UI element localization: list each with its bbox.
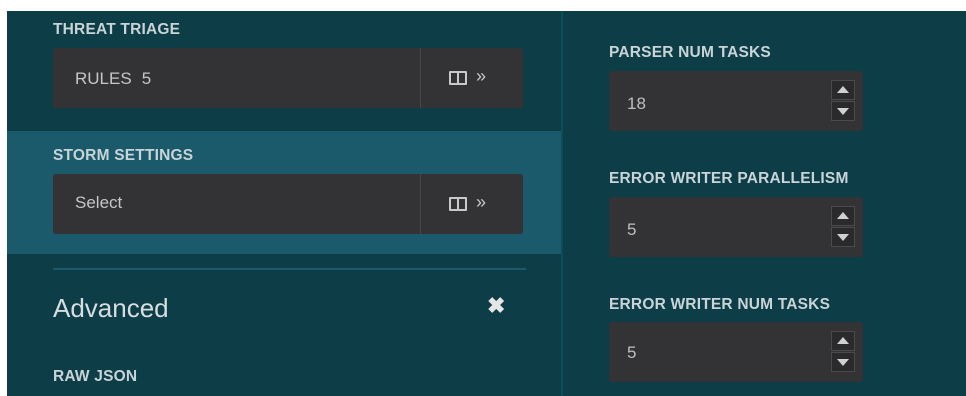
decrement-button[interactable] — [831, 101, 855, 121]
storm-settings-expand-button[interactable]: » — [421, 174, 523, 234]
error-writer-num-tasks-label: ERROR WRITER NUM TASKS — [609, 296, 831, 313]
rules-summary: RULES 5 — [75, 69, 151, 89]
increment-button[interactable] — [831, 80, 855, 100]
threat-triage-expand-button[interactable]: » — [421, 48, 523, 108]
error-writer-parallelism-input[interactable]: 5 — [609, 197, 863, 257]
spinner-buttons — [831, 80, 855, 122]
spinner-buttons — [831, 331, 855, 373]
chevrons-right-icon: » — [476, 66, 487, 86]
right-panel: PARSER NUM TASKS 18 ERROR WRITER PARALLE… — [563, 11, 966, 396]
error-writer-num-tasks-input[interactable]: 5 — [609, 322, 863, 382]
caret-down-icon — [837, 359, 849, 366]
columns-icon — [449, 71, 467, 85]
decrement-button[interactable] — [831, 227, 855, 247]
error-writer-num-tasks-value[interactable]: 5 — [627, 343, 636, 363]
error-writer-parallelism-label: ERROR WRITER PARALLELISM — [609, 170, 849, 187]
storm-settings-placeholder: Select — [75, 193, 123, 212]
threat-triage-label: THREAT TRIAGE — [53, 21, 181, 38]
caret-down-icon — [837, 108, 849, 115]
increment-button[interactable] — [831, 331, 855, 351]
increment-button[interactable] — [831, 206, 855, 226]
chevrons-right-icon: » — [476, 192, 487, 212]
caret-up-icon — [837, 212, 849, 219]
rules-label: RULES — [75, 69, 132, 88]
spinner-buttons — [831, 206, 855, 248]
rules-count: 5 — [141, 69, 152, 88]
parser-num-tasks-label: PARSER NUM TASKS — [609, 44, 771, 61]
left-panel: THREAT TRIAGE RULES 5 » STORM SETTINGS Se… — [7, 11, 561, 396]
threat-triage-rules-box[interactable]: RULES 5 » — [53, 48, 523, 108]
parser-num-tasks-input[interactable]: 18 — [609, 71, 863, 131]
caret-up-icon — [837, 337, 849, 344]
storm-settings-label: STORM SETTINGS — [53, 147, 194, 164]
columns-icon — [449, 197, 467, 211]
raw-json-label: RAW JSON — [53, 368, 138, 385]
config-panel: THREAT TRIAGE RULES 5 » STORM SETTINGS Se… — [7, 11, 966, 396]
decrement-button[interactable] — [831, 352, 855, 372]
advanced-heading: Advanced — [53, 293, 169, 323]
error-writer-parallelism-value[interactable]: 5 — [627, 220, 636, 240]
section-divider — [53, 268, 526, 270]
parser-num-tasks-value[interactable]: 18 — [627, 94, 646, 114]
caret-down-icon — [837, 234, 849, 241]
caret-up-icon — [837, 86, 849, 93]
close-icon[interactable]: ✖ — [487, 295, 505, 317]
storm-settings-select[interactable]: Select » — [53, 174, 523, 234]
